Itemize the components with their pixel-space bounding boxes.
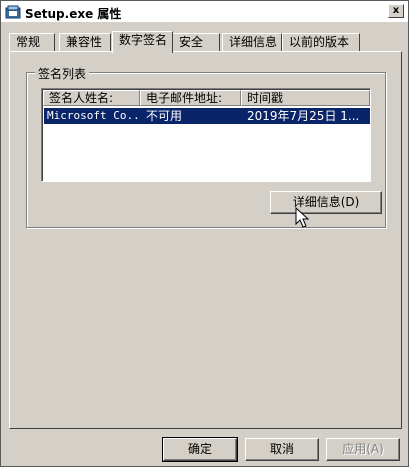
column-header-signer[interactable]: 签名人姓名: xyxy=(43,90,140,106)
tab-compatibility-label: 兼容性 xyxy=(66,35,103,49)
apply-button[interactable]: 应用(A) xyxy=(326,438,400,461)
tab-general[interactable]: 常规 xyxy=(9,33,55,52)
group-label: 签名列表 xyxy=(35,65,90,82)
tab-general-label: 常规 xyxy=(16,35,41,49)
signature-list-group: 签名列表 签名人姓名: 电子邮件地址: 时间戳 Microsoft Co... … xyxy=(26,65,386,228)
details-button[interactable]: 详细信息(D) xyxy=(270,191,382,214)
signer-cell: Microsoft Co... xyxy=(47,109,139,122)
tab-previous-versions[interactable]: 以前的版本 xyxy=(282,33,360,52)
setup-app-icon xyxy=(5,5,21,19)
signature-list[interactable]: 签名人姓名: 电子邮件地址: 时间戳 Microsoft Co... 不可用 2… xyxy=(41,88,371,182)
close-button[interactable]: x xyxy=(388,4,404,18)
tab-previous-versions-label: 以前的版本 xyxy=(289,35,350,49)
cancel-button-label: 取消 xyxy=(269,442,294,456)
tab-compatibility[interactable]: 兼容性 xyxy=(59,33,111,52)
tab-strip: 常规 兼容性 数字签名 安全 详细信息 以前的版本 xyxy=(9,31,404,53)
email-cell: 不可用 xyxy=(146,109,183,123)
tab-security[interactable]: 安全 xyxy=(172,33,220,52)
title-bar[interactable]: Setup.exe 属性 x xyxy=(1,1,408,23)
tab-details[interactable]: 详细信息 xyxy=(222,33,282,52)
list-header: 签名人姓名: 电子邮件地址: 时间戳 xyxy=(43,90,370,106)
ok-button[interactable]: 确定 xyxy=(162,437,238,462)
timestamp-cell: 2019年7月25日 1... xyxy=(247,109,360,123)
column-header-email[interactable]: 电子邮件地址: xyxy=(140,90,241,106)
close-icon: x xyxy=(392,5,400,16)
list-item[interactable]: Microsoft Co... 不可用 2019年7月25日 1... xyxy=(44,108,370,124)
ok-button-label: 确定 xyxy=(187,442,212,456)
mouse-pointer-icon xyxy=(295,207,310,228)
tab-digital-signatures-label: 数字签名 xyxy=(119,33,168,47)
cancel-button[interactable]: 取消 xyxy=(245,438,319,461)
window-title: Setup.exe 属性 xyxy=(25,7,122,21)
column-header-timestamp[interactable]: 时间戳 xyxy=(241,90,370,106)
apply-button-label: 应用(A) xyxy=(342,442,384,456)
tab-security-label: 安全 xyxy=(179,35,204,49)
tab-details-label: 详细信息 xyxy=(229,35,278,49)
tab-panel: 签名列表 签名人姓名: 电子邮件地址: 时间戳 Microsoft Co... … xyxy=(9,51,402,429)
tab-digital-signatures[interactable]: 数字签名 xyxy=(112,31,173,53)
properties-window: Setup.exe 属性 x 常规 兼容性 数字签名 安全 详细信息 以前的版本… xyxy=(0,0,409,467)
